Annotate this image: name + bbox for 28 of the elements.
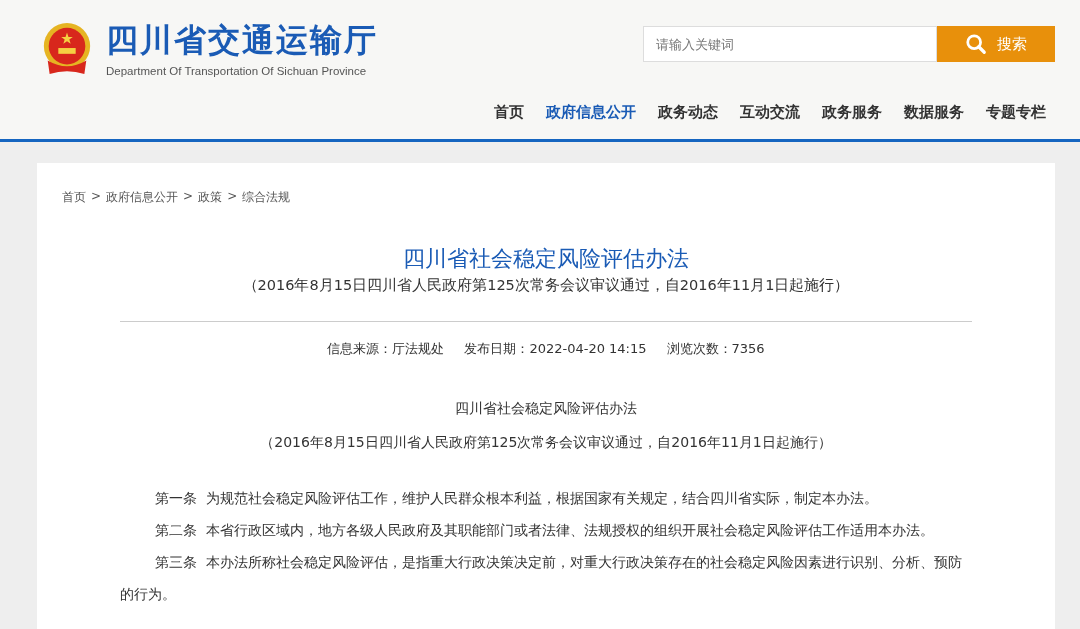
article-meta: 浏览次数：7356 (666, 340, 765, 358)
nav-link[interactable]: 互动交流 (740, 103, 800, 122)
nav-link[interactable]: 政务服务 (822, 103, 882, 122)
nav-link[interactable]: 政府信息公开 (546, 103, 636, 122)
breadcrumb-separator: > (227, 189, 238, 205)
breadcrumb-separator: > (91, 189, 102, 205)
breadcrumb-link[interactable]: 政府信息公开 (106, 189, 179, 206)
nav-link[interactable]: 政务动态 (658, 103, 718, 122)
breadcrumb-link[interactable]: 政策 (198, 189, 223, 206)
site-title: 四川省交通运输厅 (106, 20, 378, 61)
breadcrumb-link[interactable]: 综合法规 (242, 189, 291, 206)
article-title: 四川省社会稳定风险评估办法 (402, 245, 690, 273)
search-icon (965, 33, 987, 55)
article-paragraph: 第三条 本办法所称社会稳定风险评估，是指重大行政决策决定前，对重大行政决策存在的社会稳定风险因素进行识别、分析、预防的行为。 (120, 553, 963, 604)
document-title: 四川省社会稳定风险评估办法 (454, 400, 638, 418)
site-subtitle: Department Of Transportation Of Sichuan Province (106, 65, 368, 77)
nav-link[interactable]: 专题专栏 (986, 103, 1046, 122)
article-meta: 发布日期：2022-04-20 14:15 (464, 340, 647, 358)
nav-link[interactable]: 首页 (494, 103, 524, 122)
search-field[interactable]: 请输入关键词 (643, 26, 937, 62)
breadcrumb-link[interactable]: 首页 (62, 189, 86, 206)
document-subtitle: （2016年8月15日四川省人民政府第125次常务会议审议通过，自2016年11月1日起施行） (259, 434, 833, 452)
breadcrumb-separator: > (183, 189, 194, 205)
article-paragraph: 第一条 为规范社会稳定风险评估工作，维护人民群众根本利益，根据国家有关规定，结合四川省实际，制定本办法。 (154, 489, 879, 508)
nav-link[interactable]: 数据服务 (904, 103, 964, 122)
article-paragraph: 第二条 本省行政区域内，地方各级人民政府及其职能部门或者法律、法规授权的组织开展社会稳定风险评估工作适用本办法。 (154, 521, 935, 540)
article-subtitle: （2016年8月15日四川省人民政府第125次常务会议审议通过，自2016年11月1日起施行） (241, 276, 851, 295)
article-meta: 信息来源：厅法规处 (327, 340, 445, 358)
